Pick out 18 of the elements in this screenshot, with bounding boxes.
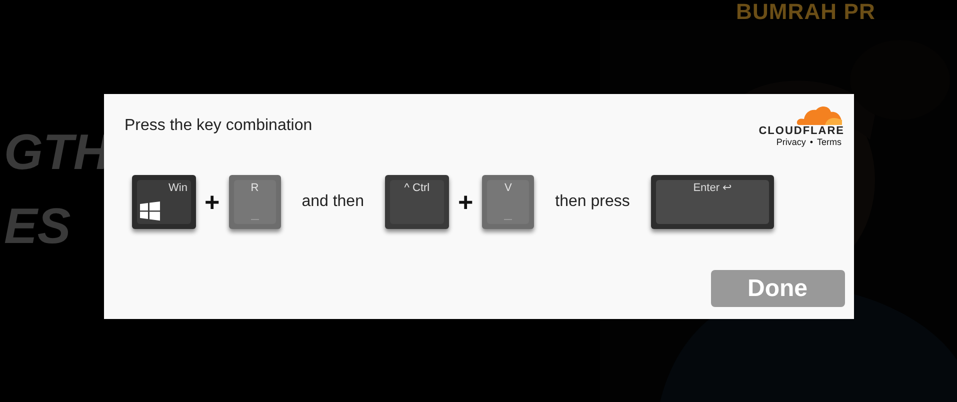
plus-sign: + xyxy=(204,186,220,218)
instruction-text: then press xyxy=(555,192,630,212)
cloud-logo-icon xyxy=(794,104,842,126)
windows-logo-icon xyxy=(140,201,160,221)
keyboard-key: Win xyxy=(132,175,196,229)
instruction-text: and then xyxy=(302,192,364,212)
keyboard-key: Enter ↩ xyxy=(650,175,774,229)
brand-name: CLOUDFLARE xyxy=(758,126,844,137)
plus-sign: + xyxy=(458,186,474,218)
dialog-title: Press the key combination xyxy=(124,116,312,136)
separator-dot: • xyxy=(810,138,813,147)
keyboard-key: V xyxy=(482,175,534,229)
keyboard-key: R xyxy=(228,175,281,229)
terms-link[interactable]: Terms xyxy=(817,138,842,147)
keyboard-key: ^ Ctrl xyxy=(384,175,449,229)
background-headline: ES xyxy=(4,197,72,256)
privacy-link[interactable]: Privacy xyxy=(776,138,806,147)
background-headline: BUMRAH PR xyxy=(736,0,876,24)
